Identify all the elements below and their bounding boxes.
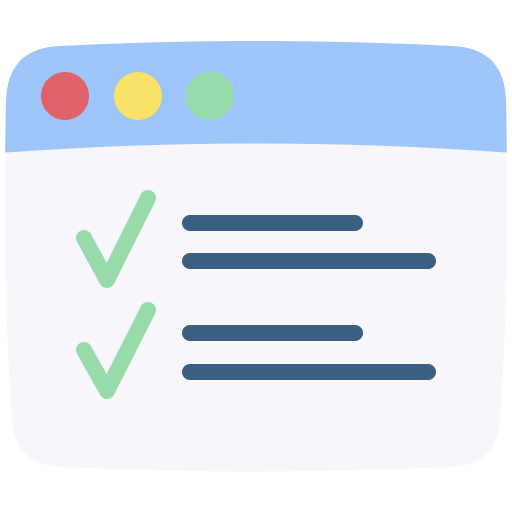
close-button[interactable] bbox=[41, 72, 89, 120]
window-controls bbox=[41, 72, 234, 120]
maximize-button[interactable] bbox=[186, 72, 234, 120]
window-icon-canvas bbox=[0, 0, 512, 512]
minimize-button[interactable] bbox=[114, 72, 162, 120]
app-window bbox=[4, 41, 508, 472]
